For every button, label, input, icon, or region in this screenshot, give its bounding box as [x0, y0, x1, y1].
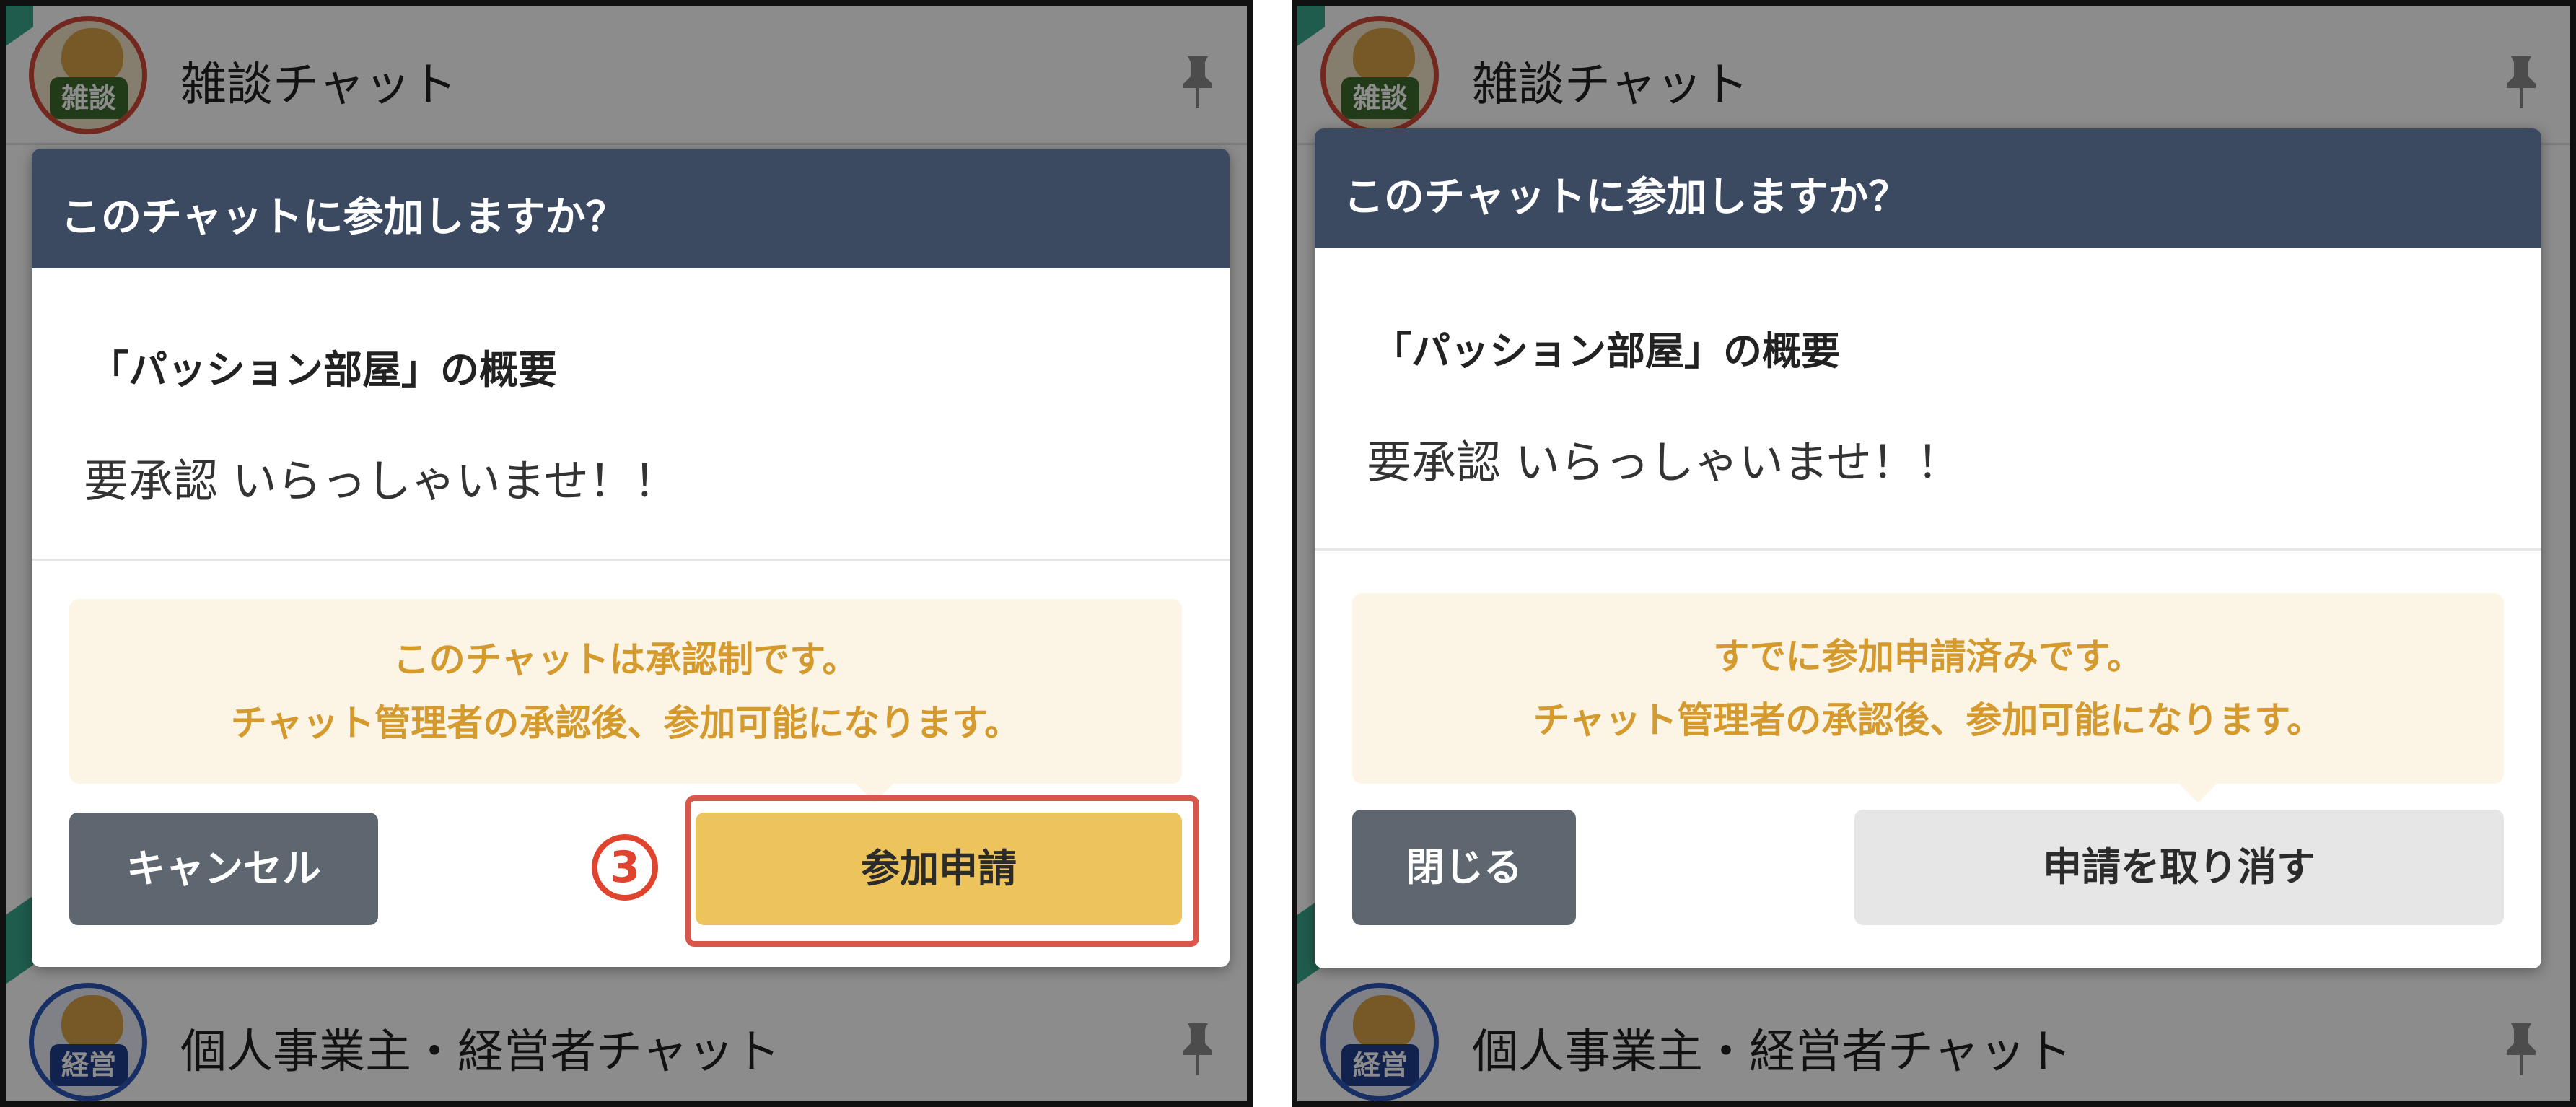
join-chat-dialog: このチャットに参加しますか？ 「パッション部屋」の概要 要承認 いらっしゃいませ… [32, 149, 1230, 967]
notice-line: すでに参加申請済みです。 [1713, 636, 2143, 678]
approval-notice: このチャットは承認制です。 チャット管理者の承認後、参加可能になります。 [69, 599, 1182, 802]
dialog-header: このチャットに参加しますか？ [1315, 128, 2541, 248]
room-description: 要承認 いらっしゃいませ！！ [84, 455, 678, 507]
divider [32, 559, 1230, 561]
left-screenshot-panel: 雑談 雑談チャット 経営 個人事業主・経営者チャット このチャットに参加しますか… [0, 0, 1253, 1107]
notice-line: チャット管理者の承認後、参加可能になります。 [230, 702, 1021, 744]
right-screenshot-panel: 雑談 雑談チャット 経営 個人事業主・経営者チャット このチャットに参加しますか… [1292, 0, 2576, 1107]
room-description: 要承認 いらっしゃいませ！！ [1367, 436, 1961, 489]
cancel-request-button[interactable]: 申請を取り消す [1854, 810, 2504, 925]
close-button[interactable]: 閉じる [1352, 810, 1576, 925]
divider [1315, 548, 2541, 551]
room-overview-heading: 「パッション部屋」の概要 [1372, 328, 1840, 374]
highlight-box [685, 795, 1199, 947]
already-applied-notice: すでに参加申請済みです。 チャット管理者の承認後、参加可能になります。 [1352, 593, 2504, 802]
notice-line: このチャットは承認制です。 [393, 639, 859, 681]
step-number-marker: 3 [592, 834, 658, 901]
notice-line: チャット管理者の承認後、参加可能になります。 [1533, 699, 2323, 741]
cancel-button[interactable]: キャンセル [69, 813, 378, 925]
dialog-title: このチャットに参加しますか？ [61, 194, 626, 241]
room-overview-heading: 「パッション部屋」の概要 [89, 347, 557, 393]
join-chat-dialog: このチャットに参加しますか？ 「パッション部屋」の概要 要承認 いらっしゃいませ… [1315, 128, 2541, 968]
dialog-header: このチャットに参加しますか？ [32, 149, 1230, 268]
notice-tail [2179, 784, 2217, 802]
dialog-title: このチャットに参加しますか？ [1344, 174, 1909, 221]
